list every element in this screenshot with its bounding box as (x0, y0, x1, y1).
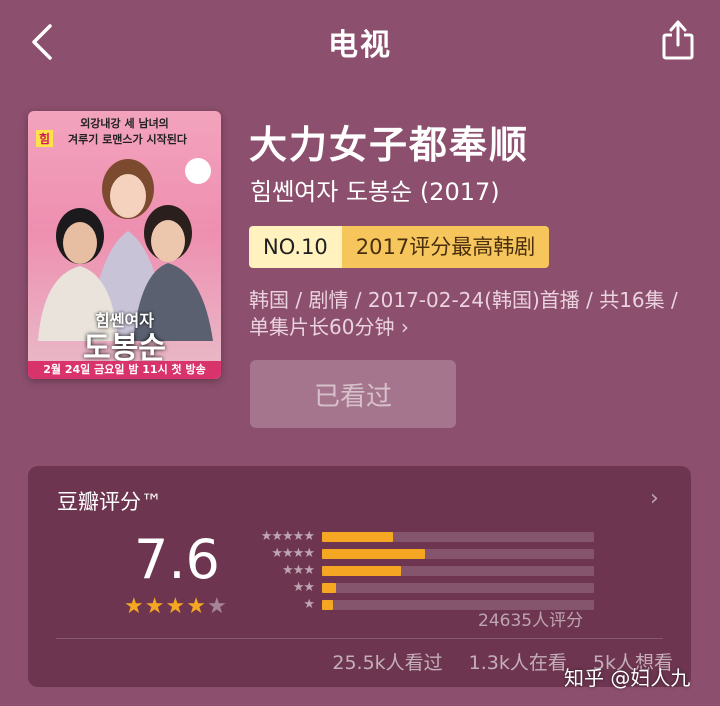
distribution-row: ★★★★★ (246, 528, 606, 545)
distribution-bar (322, 549, 426, 559)
star-icon: ★ (165, 594, 187, 619)
chevron-right-icon: › (400, 315, 409, 339)
rank-number: NO.10 (249, 226, 342, 268)
poster-tagline: 외강내강 세 남녀의 (80, 117, 169, 130)
rank-label: 2017评分最高韩剧 (341, 226, 550, 268)
star-icon: ★ (144, 594, 166, 619)
share-icon[interactable] (660, 18, 696, 62)
star-icon: ★ (186, 594, 207, 619)
rating-distribution: ★★★★★ ★★★★ ★★★ ★★ ★ (246, 528, 606, 613)
distribution-stars: ★★★ (282, 563, 315, 578)
distribution-stars: ★ (303, 597, 315, 612)
distribution-stars: ★★ (292, 580, 315, 595)
show-title: 大力女子都奉顺 (249, 123, 530, 167)
page-title: 电视 (328, 28, 392, 63)
distribution-bar-track (322, 532, 594, 542)
show-meta-text: 韩国 / 剧情 / 2017-02-24(韩国)首播 / 共16集 / 单集片长… (249, 288, 678, 339)
watermark: 知乎 @妇人九 (564, 666, 691, 690)
rating-title: 豆瓣评分™ (57, 490, 162, 514)
rating-score: 7.6 (134, 528, 220, 591)
vote-count: 24635人评分 (478, 611, 584, 631)
distribution-bar (322, 583, 336, 593)
distribution-row: ★★★★ (246, 545, 606, 562)
star-icon: ★ (206, 594, 228, 619)
distribution-bar (322, 600, 333, 610)
star-icon: ★ (124, 594, 145, 619)
distribution-stars: ★★★★★ (260, 529, 315, 544)
poster-airing-date: 2월 24일 금요일 밤 11시 첫 방송 (28, 361, 221, 379)
rating-card[interactable]: 豆瓣评分™ › 7.6 ★★★★★ ★★★★★ ★★★★ ★★★ ★★ ★ 24635人… (28, 466, 691, 687)
original-title: 힘쎈여자 도봉순 (2017) (250, 178, 500, 206)
distribution-bar-track (322, 566, 594, 576)
top-bar: 电视 (0, 0, 720, 84)
rank-badge[interactable]: NO.10 2017评分最高韩剧 (249, 226, 550, 268)
distribution-stars: ★★★★ (271, 546, 315, 561)
rating-stars: ★★★★★ (124, 594, 228, 619)
watching-count: 1.3k人在看 (468, 652, 567, 674)
watched-count: 25.5k人看过 (332, 652, 443, 674)
distribution-bar-track (322, 583, 594, 593)
poster-image[interactable]: 외강내강 세 남녀의 힘 겨루기 로맨스가 시작된다 힘쎈여자 도봉순 2월 2… (28, 111, 221, 379)
distribution-bar (322, 532, 393, 542)
watched-button[interactable]: 已看过 (250, 360, 456, 428)
distribution-row: ★★ (246, 579, 606, 596)
distribution-row: ★★★ (246, 562, 606, 579)
show-meta[interactable]: 韩国 / 剧情 / 2017-02-24(韩国)首播 / 共16集 / 单集片长… (249, 287, 689, 341)
distribution-bar-track (322, 549, 594, 559)
chevron-right-icon[interactable]: › (650, 486, 659, 511)
divider (56, 638, 663, 639)
distribution-bar (322, 566, 401, 576)
